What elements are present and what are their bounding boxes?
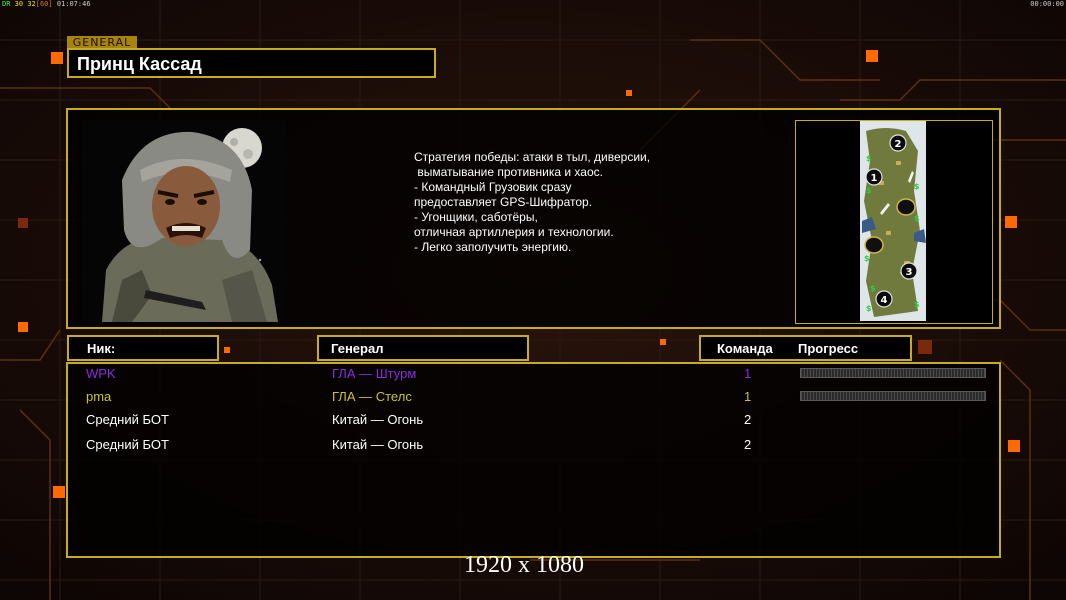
player-progress-bar (800, 391, 986, 401)
svg-text:$: $ (914, 214, 920, 223)
map-start-3: 3 (906, 267, 913, 278)
description-line: - Угонщики, саботёры, (414, 210, 538, 224)
header-general-label: Генерал (331, 341, 384, 356)
debug-value-c: [60] (35, 0, 53, 8)
player-general: Китай — Огонь (332, 412, 424, 427)
player-general: ГЛА — Штурм (332, 366, 417, 381)
svg-text:$: $ (866, 304, 872, 313)
player-nick: WPK (86, 366, 116, 381)
description-line: Стратегия победы: атаки в тыл, диверсии, (414, 150, 651, 164)
player-progress-bar (800, 368, 986, 378)
map-start-4: 4 (881, 295, 888, 306)
clock-left: 01:07:46 (56, 0, 91, 8)
player-nick: pma (86, 389, 112, 404)
map-image: 1 2 3 4 $ $ $ $ $ $ $ $ (796, 121, 990, 321)
general-description: Стратегия победы: атаки в тыл, диверсии,… (414, 150, 650, 255)
debug-prefix: DR (2, 0, 11, 8)
general-name: Принц Кассад (77, 54, 202, 74)
map-preview: 1 2 3 4 $ $ $ $ $ $ $ $ (795, 120, 993, 324)
player-team: 1 (744, 366, 752, 381)
description-line: - Легко заполучить энергию. (414, 240, 572, 254)
player-general: Китай — Огонь (332, 437, 424, 452)
debug-readout: DR 30 32[60] 01:07:46 (2, 0, 91, 8)
player-team: 1 (744, 389, 752, 404)
player-nick: Средний БОТ (86, 437, 169, 452)
header-team-progress: Команда Прогресс (699, 335, 912, 361)
description-line: предоставляет GPS-Шифратор. (414, 195, 593, 209)
player-nick: Средний БОТ (86, 412, 169, 427)
header-team-label: Команда (717, 341, 773, 356)
svg-text:$: $ (866, 186, 872, 195)
header-general: Генерал (317, 335, 529, 361)
clock-right: 00:00:00 (1030, 0, 1064, 8)
svg-text:$: $ (866, 154, 872, 163)
player-team: 2 (744, 437, 752, 452)
player-general: ГЛА — Стелс (332, 389, 412, 404)
svg-text:$: $ (914, 300, 920, 309)
resolution-label: 1920 x 1080 (464, 552, 584, 578)
general-info-panel: Стратегия победы: атаки в тыл, диверсии,… (66, 108, 1001, 329)
portrait-image (82, 120, 286, 322)
general-name-panel: Принц Кассад (67, 48, 436, 78)
map-start-1: 1 (871, 173, 878, 184)
map-start-2: 2 (895, 139, 902, 150)
svg-text:$: $ (914, 182, 920, 191)
debug-value-b: 32 (27, 0, 36, 8)
description-line: выматывание противника и хаос. (414, 165, 603, 179)
header-nick: Ник: (67, 335, 219, 361)
header-nick-label: Ник: (87, 341, 116, 356)
header-progress-label: Прогресс (798, 341, 859, 356)
description-line: - Командный Грузовик сразу (414, 180, 572, 194)
svg-text:$: $ (864, 254, 870, 263)
svg-text:$: $ (870, 284, 876, 293)
general-portrait (82, 120, 286, 322)
debug-value-a: 30 (14, 0, 24, 8)
player-team: 2 (744, 412, 752, 427)
description-line: отличная артиллерия и технологии. (414, 225, 614, 239)
